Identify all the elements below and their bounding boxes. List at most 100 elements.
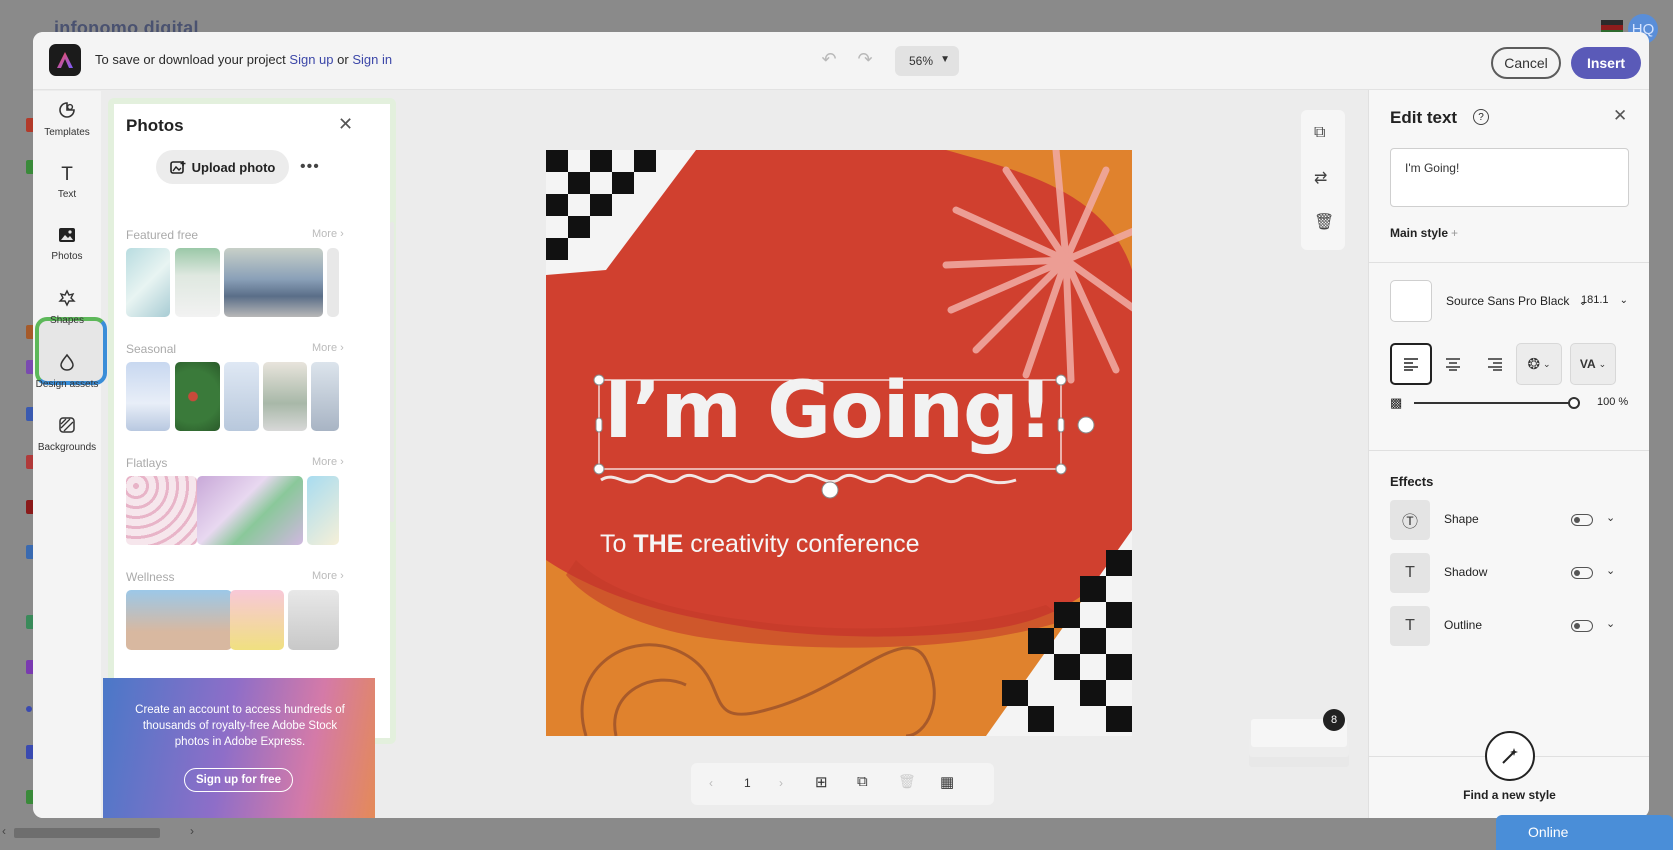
effect-outline-row[interactable]: T Outline ⌄: [1390, 606, 1630, 646]
rail-item-shapes[interactable]: Shapes: [33, 289, 101, 326]
or-text: or: [337, 52, 349, 67]
duplicate-icon[interactable]: ⧉: [1314, 124, 1325, 142]
outline-toggle[interactable]: [1571, 620, 1593, 632]
main-style-text: Main style: [1390, 226, 1449, 240]
photo-thumbnail[interactable]: [126, 248, 170, 317]
rail-label: Photos: [51, 251, 83, 262]
chevron-down-icon: ⌄: [1543, 358, 1551, 369]
photo-thumbnail[interactable]: [175, 362, 220, 431]
subline-text[interactable]: To THE creativity conference: [600, 530, 920, 559]
shadow-toggle[interactable]: [1571, 567, 1593, 579]
text-spacing-dropdown[interactable]: ❂ ⌄: [1516, 343, 1562, 385]
font-size-dropdown[interactable]: 181.1 ⌄: [1581, 294, 1628, 306]
photo-thumbnail[interactable]: [230, 590, 284, 650]
align-right-button[interactable]: [1474, 343, 1516, 385]
photo-thumbnail[interactable]: [288, 590, 339, 650]
align-center-button[interactable]: [1432, 343, 1474, 385]
shape-toggle[interactable]: [1571, 514, 1593, 526]
chevron-down-icon[interactable]: ⌄: [1606, 564, 1615, 577]
delete-page-icon[interactable]: 🗑: [898, 773, 916, 790]
scroll-right-icon[interactable]: ›: [190, 824, 194, 838]
page-stack[interactable]: 8: [1247, 709, 1352, 773]
edit-text-title: Edit text: [1390, 108, 1458, 127]
align-left-button[interactable]: [1390, 343, 1432, 385]
headline-text[interactable]: I’m Going!: [604, 372, 1053, 450]
zoom-dropdown[interactable]: 56% ▼: [895, 46, 959, 76]
photo-thumbnail[interactable]: [224, 248, 323, 317]
photo-thumbnail[interactable]: [263, 362, 307, 431]
horizontal-scrollbar[interactable]: ‹ ›: [0, 822, 205, 844]
photo-thumbnail[interactable]: [126, 476, 197, 545]
slider-knob[interactable]: [1568, 397, 1580, 409]
section-title: Seasonal: [126, 342, 177, 356]
scroll-left-icon[interactable]: ‹: [2, 824, 6, 838]
photo-thumbnail[interactable]: [175, 248, 220, 317]
opacity-value[interactable]: 100 %: [1597, 396, 1628, 408]
outline-effect-icon: T: [1390, 606, 1430, 646]
letter-spacing-dropdown[interactable]: VA ⌄: [1570, 343, 1616, 385]
sign-up-for-free-button[interactable]: Sign up for free: [184, 768, 293, 792]
font-dropdown[interactable]: Source Sans Pro Black ⌄: [1446, 294, 1587, 308]
scrollbar-thumb[interactable]: [14, 828, 160, 838]
rail-item-design-assets[interactable]: Design assets: [33, 353, 101, 390]
effect-shape-row[interactable]: Ⓣ Shape ⌄: [1390, 500, 1630, 540]
opacity-slider[interactable]: ▩ 100 %: [1390, 393, 1630, 413]
duplicate-page-icon[interactable]: ⧉: [857, 773, 868, 790]
photo-thumbnail[interactable]: [307, 476, 339, 545]
cancel-button[interactable]: Cancel: [1491, 47, 1561, 79]
design-assets-icon: [33, 353, 101, 376]
add-style-icon[interactable]: +: [1451, 226, 1458, 240]
upload-photo-button[interactable]: Upload photo: [156, 150, 289, 184]
delete-icon[interactable]: 🗑: [1314, 212, 1334, 232]
photo-thumbnail[interactable]: [311, 362, 339, 431]
font-size-value: 181.1: [1581, 294, 1609, 306]
photo-thumbnail[interactable]: [224, 362, 259, 431]
photo-thumbnail[interactable]: [327, 248, 339, 317]
rail-item-templates[interactable]: Templates: [33, 101, 101, 138]
section-more-link[interactable]: More ›: [312, 456, 344, 468]
swap-icon[interactable]: ⇄: [1314, 168, 1327, 188]
effect-label: Shadow: [1444, 565, 1488, 579]
section-more-link[interactable]: More ›: [312, 570, 344, 582]
chevron-down-icon[interactable]: ⌄: [1606, 511, 1615, 524]
shadow-effect-icon: T: [1390, 553, 1430, 593]
grid-view-icon[interactable]: ▦: [940, 773, 954, 791]
section-more-link[interactable]: More ›: [312, 342, 344, 354]
redo-icon[interactable]: ↷: [853, 49, 877, 73]
signup-promo: Create an account to access hundreds of …: [103, 678, 375, 818]
section-title: Flatlays: [126, 456, 168, 470]
subline-bold: THE: [633, 530, 684, 558]
design-canvas[interactable]: I’m Going! To THE creativity conference: [546, 150, 1132, 736]
photo-thumbnail[interactable]: [197, 476, 303, 545]
close-icon[interactable]: ✕: [1613, 106, 1627, 126]
section-more-link[interactable]: More ›: [312, 228, 344, 240]
find-new-style-button[interactable]: Find a new style: [1369, 788, 1649, 802]
panel-scrollbar[interactable]: [390, 222, 394, 522]
sign-in-link[interactable]: Sign in: [352, 52, 392, 67]
align-left-icon: [1404, 358, 1418, 371]
effect-label: Shape: [1444, 512, 1479, 526]
photo-thumbnail[interactable]: [126, 362, 170, 431]
slider-track[interactable]: [1414, 402, 1572, 404]
add-page-icon[interactable]: ⊞: [815, 773, 828, 791]
text-color-swatch[interactable]: [1390, 280, 1432, 322]
rail-item-photos[interactable]: Photos: [33, 227, 101, 262]
insert-button[interactable]: Insert: [1571, 47, 1641, 79]
text-input[interactable]: I'm Going!: [1390, 148, 1629, 207]
section-title: Featured free: [126, 228, 199, 242]
magic-wand-icon[interactable]: [1485, 731, 1535, 781]
help-icon[interactable]: ?: [1473, 109, 1489, 125]
online-status[interactable]: Online: [1496, 815, 1673, 850]
sign-up-link[interactable]: Sign up: [289, 52, 333, 67]
previous-page-icon[interactable]: ‹: [709, 776, 713, 790]
rail-item-text[interactable]: T Text: [33, 164, 101, 200]
close-icon[interactable]: ✕: [338, 114, 353, 135]
next-page-icon[interactable]: ›: [779, 776, 783, 790]
canvas-tools: ⧉ ⇄ 🗑: [1301, 110, 1345, 250]
undo-icon[interactable]: ↶: [817, 49, 841, 73]
chevron-down-icon[interactable]: ⌄: [1606, 617, 1615, 630]
photo-thumbnail[interactable]: [126, 590, 232, 650]
more-options-icon[interactable]: •••: [300, 158, 320, 176]
effect-shadow-row[interactable]: T Shadow ⌄: [1390, 553, 1630, 593]
rail-item-backgrounds[interactable]: Backgrounds: [33, 416, 101, 453]
